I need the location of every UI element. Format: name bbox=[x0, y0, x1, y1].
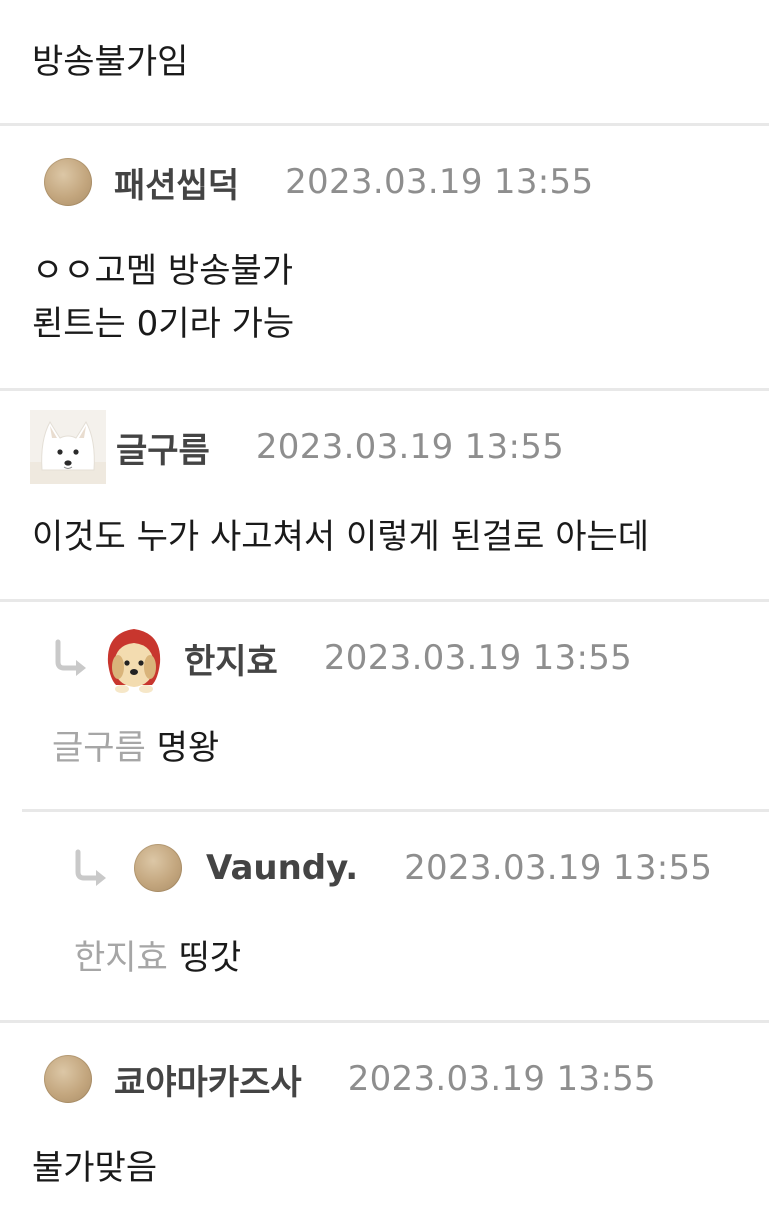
comment-timestamp: 2023.03.19 13:55 bbox=[285, 162, 594, 202]
comment-nickname[interactable]: 패션씹덕 bbox=[114, 158, 239, 207]
reply-content: 띵갓 bbox=[178, 938, 242, 978]
divider bbox=[0, 123, 769, 126]
reply-arrow-icon bbox=[55, 639, 86, 676]
comment-timestamp: 2023.03.19 13:55 bbox=[347, 1059, 656, 1099]
reply-header: Vaundy. 2023.03.19 13:55 bbox=[70, 828, 712, 908]
comment-header: 쿄야마카즈사 2023.03.19 13:55 bbox=[44, 1039, 656, 1119]
puppy-red-hood-avatar[interactable] bbox=[102, 623, 166, 693]
comment-timestamp: 2023.03.19 13:55 bbox=[255, 427, 565, 467]
comment-header: 패션씹덕 2023.03.19 13:55 bbox=[44, 142, 593, 222]
divider bbox=[0, 1020, 769, 1023]
comment-nickname[interactable]: 한지효 bbox=[184, 634, 278, 683]
comment-header: 글구름 2023.03.19 13:55 bbox=[30, 407, 564, 487]
reply-content: 명왕 bbox=[156, 728, 220, 768]
reply-mention[interactable]: 한지효 bbox=[74, 938, 168, 978]
reply-text: 글구름 명왕 bbox=[52, 722, 219, 774]
reply-arrow-icon bbox=[75, 849, 106, 886]
divider bbox=[0, 388, 769, 391]
comment-text-line: 불가맞음 bbox=[32, 1148, 158, 1188]
comment-nickname[interactable]: 글구름 bbox=[116, 423, 210, 472]
default-avatar-icon[interactable] bbox=[44, 158, 92, 206]
reply-mention[interactable]: 글구름 bbox=[52, 728, 146, 768]
divider bbox=[0, 599, 769, 602]
comment-nickname[interactable]: Vaundy. bbox=[206, 848, 358, 888]
white-fox-avatar[interactable] bbox=[30, 410, 106, 484]
default-avatar-icon[interactable] bbox=[44, 1055, 92, 1103]
comment-text-line: 뢴트는 0기라 가능 bbox=[32, 304, 295, 344]
default-avatar-icon[interactable] bbox=[134, 844, 182, 892]
reply-header: 한지효 2023.03.19 13:55 bbox=[50, 618, 632, 698]
comment-text-line: 이것도 누가 사고쳐서 이렇게 된걸로 아는데 bbox=[32, 517, 650, 557]
post-body-text: 방송불가임 bbox=[32, 42, 189, 82]
divider bbox=[22, 809, 769, 812]
reply-text: 한지효 띵갓 bbox=[74, 932, 241, 984]
comment-text-line: ㅇㅇ고멤 방송불가 bbox=[32, 251, 294, 291]
comment-timestamp: 2023.03.19 13:55 bbox=[323, 638, 633, 678]
comment-nickname[interactable]: 쿄야마카즈사 bbox=[114, 1055, 302, 1104]
comment-timestamp: 2023.03.19 13:55 bbox=[404, 848, 713, 888]
